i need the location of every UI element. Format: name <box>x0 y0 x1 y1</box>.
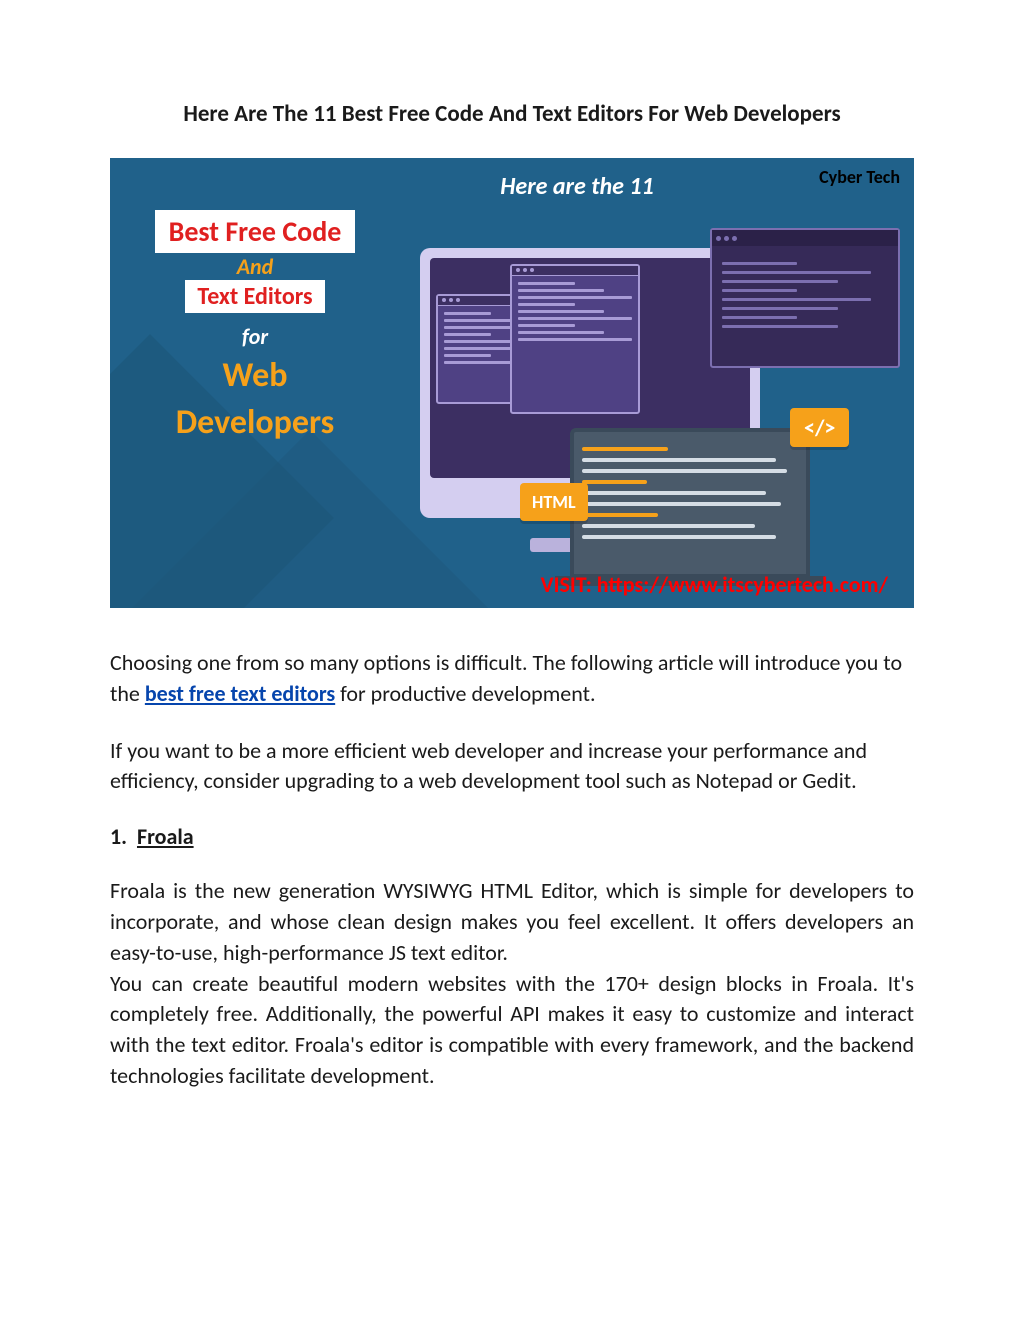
paragraph: You can create beautiful modern websites… <box>110 969 914 1092</box>
section-heading: 1. Froala <box>110 823 914 850</box>
best-free-text-editors-link[interactable]: best free text editors <box>145 680 335 707</box>
banner-web: Web <box>110 356 400 397</box>
banner-and: And <box>110 253 400 280</box>
html-tag-icon: HTML <box>520 483 588 521</box>
laptop-icon <box>570 428 810 578</box>
banner-badge: Best Free Code <box>155 210 356 253</box>
page-title: Here Are The 11 Best Free Code And Text … <box>110 100 914 128</box>
code-window-icon <box>710 228 900 368</box>
section-number: 1. <box>110 823 127 850</box>
banner-badge: Text Editors <box>185 280 324 313</box>
banner-text-stack: Best Free Code And Text Editors for Web … <box>110 208 400 444</box>
visit-url: VISIT: https://www.itscybertech.com/ <box>541 571 888 598</box>
banner-developers: Developers <box>110 403 400 444</box>
text: for productive development. <box>335 680 595 707</box>
section-title: Froala <box>137 823 194 850</box>
paragraph: If you want to be a more efficient web d… <box>110 736 914 798</box>
banner-for: for <box>110 323 400 350</box>
code-tag-icon: </> <box>790 408 849 447</box>
intro-paragraph: Choosing one from so many options is dif… <box>110 648 914 710</box>
paragraph: Froala is the new generation WYSIWYG HTM… <box>110 876 914 968</box>
illustration: HTML </> <box>420 228 860 568</box>
hero-banner: Cyber Tech Here are the 11 Best Free Cod… <box>110 158 914 608</box>
banner-subtitle: Here are the 11 <box>110 172 914 201</box>
